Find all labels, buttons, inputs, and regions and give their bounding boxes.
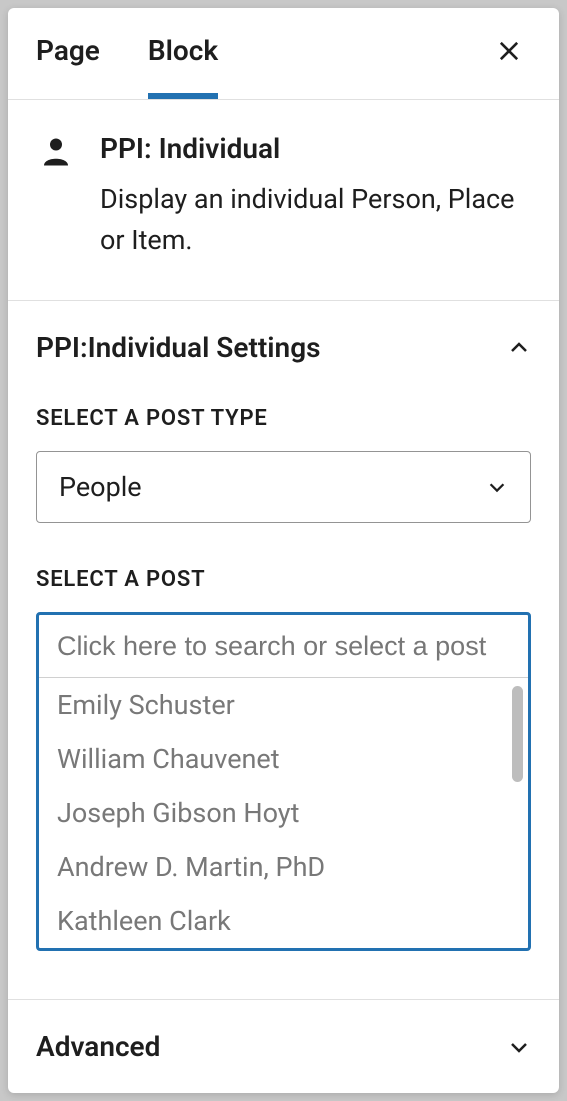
post-type-field: Select a Post Type People bbox=[36, 406, 531, 523]
post-option[interactable]: Joseph Gibson Hoyt bbox=[39, 786, 528, 840]
post-select-field: Select a Post Emily Schuster William Cha… bbox=[36, 567, 531, 951]
tab-block[interactable]: Block bbox=[148, 8, 218, 99]
post-select-input[interactable] bbox=[39, 615, 528, 677]
scrollbar-thumb[interactable] bbox=[512, 686, 523, 782]
block-description: PPI: Individual Display an individual Pe… bbox=[8, 100, 559, 301]
person-icon bbox=[36, 132, 76, 172]
close-icon bbox=[495, 37, 523, 65]
post-type-label: Select a Post Type bbox=[36, 406, 531, 431]
close-button[interactable] bbox=[487, 27, 531, 81]
post-select-label: Select a Post bbox=[36, 567, 531, 592]
post-option[interactable]: Kathleen Clark bbox=[39, 894, 528, 948]
tabs-header: Page Block bbox=[8, 8, 559, 100]
block-title: PPI: Individual bbox=[100, 132, 531, 165]
post-type-select[interactable]: People bbox=[36, 451, 531, 523]
chevron-down-icon bbox=[507, 1035, 531, 1059]
post-option[interactable]: Emily Schuster bbox=[39, 678, 528, 732]
settings-section-body: Select a Post Type People Select a Post … bbox=[8, 406, 559, 999]
post-select-combobox: Emily Schuster William Chauvenet Joseph … bbox=[36, 612, 531, 951]
advanced-section-title: Advanced bbox=[36, 1030, 160, 1063]
block-subtitle: Display an individual Person, Place or I… bbox=[100, 179, 531, 260]
advanced-section: Advanced bbox=[8, 999, 559, 1093]
block-description-text: PPI: Individual Display an individual Pe… bbox=[100, 132, 531, 260]
settings-section-title: PPI:Individual Settings bbox=[36, 331, 321, 364]
block-settings-panel: Page Block PPI: Individual Display an in… bbox=[8, 8, 559, 1093]
chevron-down-icon bbox=[486, 476, 508, 498]
post-select-list: Emily Schuster William Chauvenet Joseph … bbox=[39, 677, 528, 948]
advanced-section-toggle[interactable]: Advanced bbox=[8, 1000, 559, 1093]
settings-section-toggle[interactable]: PPI:Individual Settings bbox=[8, 301, 559, 394]
post-option[interactable]: William Chauvenet bbox=[39, 732, 528, 786]
post-option[interactable]: Andrew D. Martin, PhD bbox=[39, 840, 528, 894]
post-type-value: People bbox=[59, 471, 142, 503]
chevron-up-icon bbox=[507, 336, 531, 360]
tab-page[interactable]: Page bbox=[36, 8, 100, 99]
